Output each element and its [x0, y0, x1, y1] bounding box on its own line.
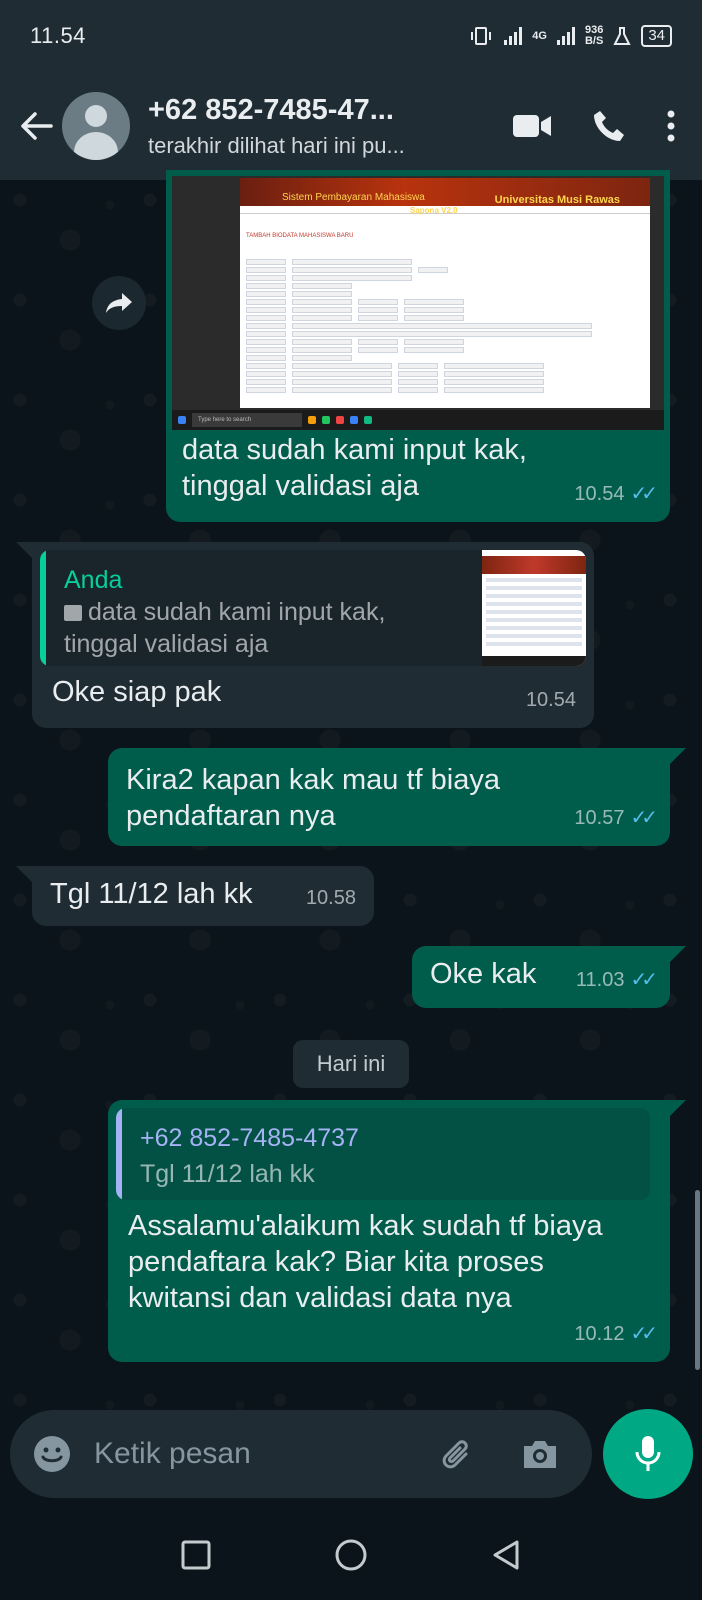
message-text: data sudah kami input kak, tinggal valid… — [182, 434, 527, 502]
image-icon — [64, 605, 82, 621]
paperclip-icon[interactable] — [438, 1434, 478, 1474]
screenshot-banner-right: Universitas Musi Rawas — [494, 194, 620, 206]
quoted-thumbnail — [482, 550, 586, 666]
read-ticks-icon: ✓✓ — [630, 483, 657, 505]
read-ticks-icon: ✓✓ — [630, 969, 657, 991]
signal-icon — [504, 27, 523, 45]
status-time: 11.54 — [30, 23, 86, 48]
signal-icon-2 — [556, 27, 575, 45]
quoted-text: Tgl 11/12 lah kk — [140, 1160, 315, 1188]
message-time: 10.12 — [574, 1323, 625, 1345]
read-ticks-icon: ✓✓ — [630, 1323, 657, 1345]
more-vert-icon[interactable] — [666, 109, 676, 143]
emoji-icon[interactable] — [32, 1434, 72, 1474]
message-outgoing[interactable]: Oke kak 11.03 ✓✓ — [412, 946, 686, 1008]
recents-icon[interactable] — [181, 1540, 211, 1570]
video-call-icon[interactable] — [512, 112, 552, 140]
chat-header: +62 852-7485-47... terakhir dilihat hari… — [0, 72, 702, 180]
network-type: 4G — [532, 29, 547, 42]
message-time: 10.54 — [525, 689, 576, 711]
mic-icon — [635, 1436, 661, 1471]
speed-unit: B/S — [584, 35, 604, 47]
message-text: Kira2 kapan kak mau tf biaya pendaftaran… — [126, 764, 500, 832]
battery-indicator: 34 — [641, 25, 672, 47]
last-seen: terakhir dilihat hari ini pu... — [148, 132, 405, 158]
message-outgoing[interactable]: Kira2 kapan kak mau tf biaya pendaftaran… — [108, 748, 686, 846]
scrollbar[interactable] — [695, 1190, 700, 1370]
message-time: 10.54 — [574, 483, 625, 505]
arrow-left-icon[interactable] — [18, 108, 54, 144]
message-composer[interactable]: Ketik pesan — [10, 1410, 592, 1498]
vibrate-icon — [471, 27, 492, 45]
read-ticks-icon: ✓✓ — [630, 807, 657, 829]
forward-icon[interactable] — [92, 276, 146, 330]
status-bar: 11.54 4G 936 B/S 34 — [0, 0, 702, 72]
system-nav-bar — [0, 1510, 702, 1600]
message-image-outgoing[interactable]: Sistem Pembayaran Mahasiswa Universitas … — [166, 170, 670, 522]
screenshot-banner-sub: Sapona V2.0 — [410, 206, 458, 215]
message-input[interactable]: Ketik pesan — [94, 1437, 438, 1471]
flask-icon — [613, 27, 631, 45]
message-incoming-reply[interactable]: Anda data sudah kami input kak, tinggal … — [16, 542, 594, 728]
screenshot-banner-left: Sistem Pembayaran Mahasiswa — [282, 192, 425, 203]
quoted-sender: Anda — [64, 566, 123, 594]
phone-icon[interactable] — [592, 109, 626, 143]
mic-button[interactable] — [603, 1409, 693, 1499]
message-outgoing-reply[interactable]: +62 852-7485-4737 Tgl 11/12 lah kk Assal… — [108, 1100, 686, 1362]
avatar[interactable] — [62, 92, 130, 160]
home-icon[interactable] — [334, 1538, 368, 1572]
quoted-sender: +62 852-7485-4737 — [140, 1124, 359, 1152]
message-text: Assalamu'alaikum kak sudah tf biaya pend… — [128, 1210, 603, 1314]
message-time: 10.58 — [305, 887, 356, 909]
date-chip: Hari ini — [293, 1040, 409, 1088]
network-speed: 936 B/S — [585, 25, 603, 47]
back-nav-icon[interactable] — [491, 1539, 521, 1571]
contact-info[interactable]: +62 852-7485-47... terakhir dilihat hari… — [148, 94, 492, 159]
status-icons: 4G 936 B/S 34 — [468, 25, 672, 47]
quoted-message[interactable]: Anda data sudah kami input kak, tinggal … — [40, 550, 586, 666]
message-text: Oke siap pak — [52, 676, 222, 708]
contact-name: +62 852-7485-47... — [148, 93, 394, 126]
message-time: 11.03 — [575, 969, 625, 991]
quoted-text: data sudah kami input kak, tinggal valid… — [64, 598, 386, 658]
quoted-message[interactable]: +62 852-7485-4737 Tgl 11/12 lah kk — [116, 1108, 650, 1200]
image-attachment[interactable]: Sistem Pembayaran Mahasiswa Universitas … — [172, 176, 664, 430]
message-time: 10.57 — [574, 807, 625, 829]
camera-icon[interactable] — [520, 1436, 560, 1472]
message-incoming[interactable]: Tgl 11/12 lah kk 10.58 — [16, 866, 374, 926]
chat-area[interactable]: Sistem Pembayaran Mahasiswa Universitas … — [0, 170, 702, 1410]
screenshot-taskbar-search: Type here to search — [192, 413, 302, 427]
